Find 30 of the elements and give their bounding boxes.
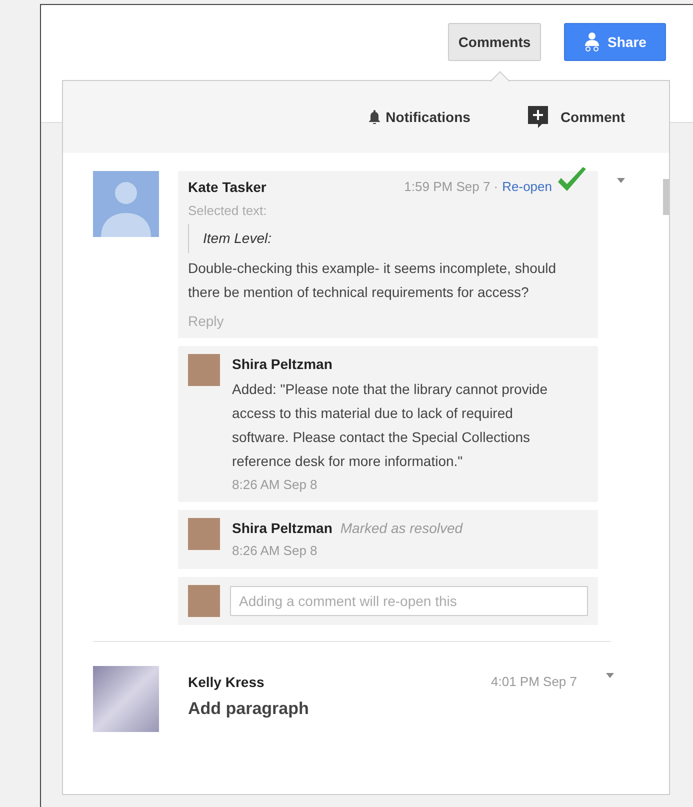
author-name: Kelly Kress	[188, 672, 264, 692]
person-icon	[584, 32, 600, 52]
avatar-photo-placeholder	[188, 584, 220, 616]
avatar-photo-placeholder	[188, 518, 220, 550]
author-name: Kate Tasker	[188, 178, 266, 197]
comment-text: Double-checking this example- it seems incomplete, should there be mention of technical requirements for access?	[188, 258, 558, 302]
author-name: Shira Peltzman	[232, 354, 334, 374]
avatar-silhouette-icon	[93, 171, 159, 237]
timestamp: 1:59 PM Sep 7 ·	[404, 178, 498, 196]
status-text: Marked as resolved	[340, 519, 463, 538]
author-name: Shira Peltzman	[232, 519, 332, 538]
photo-placeholder	[93, 666, 159, 732]
bell-icon	[368, 110, 380, 124]
caret-icon[interactable]	[606, 672, 614, 678]
timestamp: 4:01 PM Sep 7	[491, 672, 577, 691]
notifications-button[interactable]: Notifications	[368, 106, 470, 128]
add-comment-icon	[528, 106, 548, 128]
reply-input-field[interactable]: Adding a comment will re-open this	[230, 586, 588, 616]
quoted-text: Item Level:	[188, 224, 588, 252]
comment-text: Add paragraph	[188, 698, 310, 720]
share-button[interactable]: Share	[564, 23, 666, 61]
selected-text-label: Selected text:	[188, 202, 268, 220]
timestamp: 8:26 AM Sep 8	[232, 542, 318, 560]
comments-button[interactable]: Comments	[448, 23, 541, 61]
reply-text: Added: "Please note that the library cannot provide access to this material due to lack of required software. Please contact the Special Collections reference desk for more information."	[232, 380, 549, 470]
caret-icon[interactable]	[617, 178, 625, 183]
timestamp: 8:26 AM Sep 8	[232, 476, 318, 494]
add-comment-button[interactable]: Comment	[528, 106, 625, 128]
reopen-link[interactable]: Re-open	[502, 177, 552, 196]
avatar-photo-placeholder	[188, 354, 220, 386]
